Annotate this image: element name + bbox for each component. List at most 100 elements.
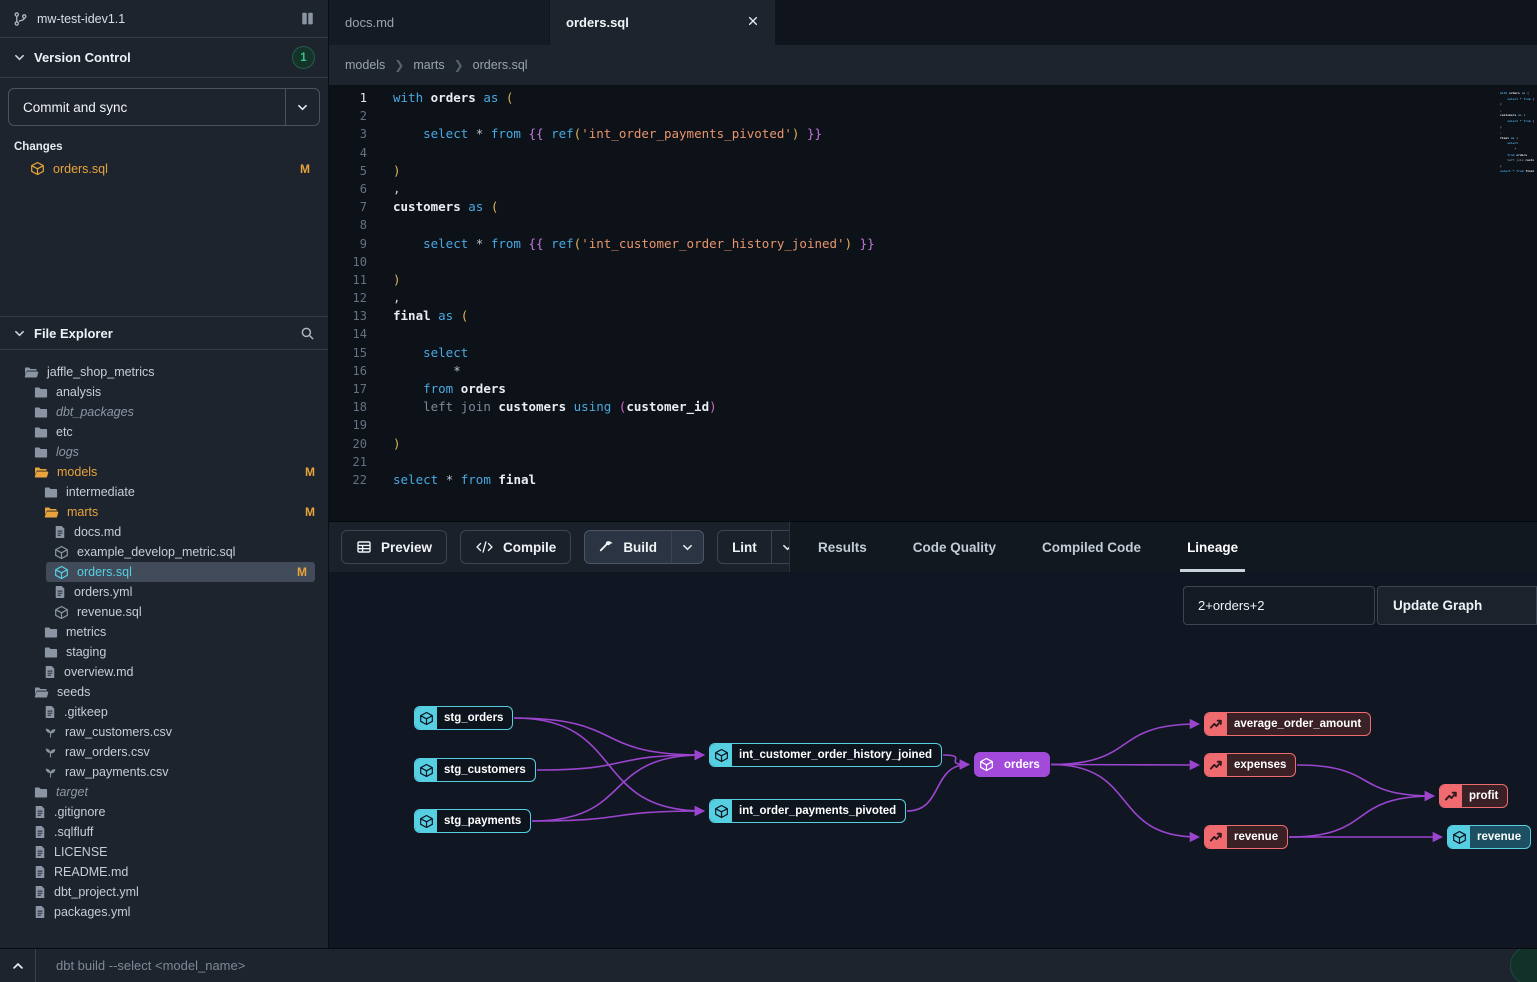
code-line[interactable]: 14 [329,326,1537,344]
tree-item-orders-yml[interactable]: orders.yml [0,582,328,602]
tree-item-gitkeep[interactable]: .gitkeep [0,702,328,722]
tree-item-sqlfluff[interactable]: .sqlfluff [0,822,328,842]
tree-item-models[interactable]: modelsM [0,462,328,482]
node-stg-customers[interactable]: stg_customers [414,758,536,782]
assistant-button[interactable] [1510,948,1537,982]
code-line[interactable]: 5) [329,163,1537,181]
tree-item-label: docs.md [74,525,121,539]
tree-item-etc[interactable]: etc [0,422,328,442]
breadcrumb-item[interactable]: orders.sql [473,58,528,72]
commit-and-sync-button[interactable]: Commit and sync [8,88,320,126]
code-line[interactable]: 22select * from final [329,472,1537,490]
changed-file-row[interactable]: orders.sql M [8,158,320,179]
button-main[interactable]: Preview [342,531,446,563]
update-graph-button[interactable]: Update Graph [1377,586,1537,625]
tab-code-quality[interactable]: Code Quality [913,522,996,572]
code-line[interactable]: 4 [329,145,1537,163]
tree-item-staging[interactable]: staging [0,642,328,662]
node-stg-orders[interactable]: stg_orders [414,706,513,730]
commit-and-sync-label[interactable]: Commit and sync [9,89,285,125]
tab-compiled-code[interactable]: Compiled Code [1042,522,1141,572]
command-input[interactable]: dbt build --select <model_name> [36,958,245,973]
code-line[interactable]: 13final as ( [329,308,1537,326]
tree-item-intermediate[interactable]: intermediate [0,482,328,502]
tree-item-gitignore[interactable]: .gitignore [0,802,328,822]
code-line[interactable]: 8 [329,217,1537,235]
tree-item-jaffle-shop-metrics[interactable]: jaffle_shop_metrics [0,362,328,382]
tree-item-marts[interactable]: martsM [0,502,328,522]
code-line[interactable]: 7customers as ( [329,199,1537,217]
node-average-order-amount[interactable]: average_order_amount [1204,712,1371,736]
docs-columns-icon[interactable] [300,11,315,26]
breadcrumb-item[interactable]: marts [413,58,444,72]
code-line[interactable]: 21 [329,454,1537,472]
tree-item-readme-md[interactable]: README.md [0,862,328,882]
code-line[interactable]: 11) [329,272,1537,290]
node-revenue-model[interactable]: revenue [1447,825,1531,849]
button-main[interactable]: Build [585,531,671,563]
tree-item-dbt-project-yml[interactable]: dbt_project.yml [0,882,328,902]
tree-item-raw-customers-csv[interactable]: raw_customers.csv [0,722,328,742]
tab-results[interactable]: Results [818,522,867,572]
code-line[interactable]: 15 select [329,345,1537,363]
tab-lineage[interactable]: Lineage [1187,522,1238,572]
code-line[interactable]: 10 [329,254,1537,272]
minimap[interactable]: with orders as ( select * from {{ ref('i… [1500,91,1534,175]
node-int-order-payments-pivoted[interactable]: int_order_payments_pivoted [709,799,906,823]
tab-docs-md[interactable]: docs.md [329,0,550,45]
compile-button[interactable]: Compile [460,530,571,564]
close-icon[interactable] [747,15,759,30]
tree-item-dbt-packages[interactable]: dbt_packages [0,402,328,422]
tree-item-target[interactable]: target [0,782,328,802]
line-number: 7 [329,199,367,217]
node-revenue-metric[interactable]: revenue [1204,825,1288,849]
tree-item-seeds[interactable]: seeds [0,682,328,702]
code-line[interactable]: 3 select * from {{ ref('int_order_paymen… [329,126,1537,144]
tree-item-orders-sql[interactable]: orders.sqlM [0,562,328,582]
node-expenses[interactable]: expenses [1204,753,1296,777]
tab-orders-sql[interactable]: orders.sql [550,0,776,45]
code-editor[interactable]: 1with orders as (23 select * from {{ ref… [329,85,1537,521]
file-icon [34,845,46,859]
tree-item-analysis[interactable]: analysis [0,382,328,402]
code-line[interactable]: 2 [329,108,1537,126]
tree-item-docs-md[interactable]: docs.md [0,522,328,542]
node-int-customer-order-history-joined[interactable]: int_customer_order_history_joined [709,743,942,767]
code-line[interactable]: 6, [329,181,1537,199]
lineage-selector-input[interactable] [1183,586,1375,625]
file-icon [54,585,66,599]
expand-panel-button[interactable] [0,949,36,982]
code-line[interactable]: 20) [329,436,1537,454]
node-orders[interactable]: orders [974,752,1050,777]
search-icon[interactable] [300,326,315,341]
tree-item-packages-yml[interactable]: packages.yml [0,902,328,922]
tree-item-content: .gitkeep [44,702,315,722]
file-explorer-header[interactable]: File Explorer [0,316,328,350]
tree-item-raw-orders-csv[interactable]: raw_orders.csv [0,742,328,762]
build-dropdown-button[interactable] [671,531,703,563]
code-line[interactable]: 19 [329,417,1537,435]
node-stg-payments[interactable]: stg_payments [414,809,531,833]
tree-item-raw-payments-csv[interactable]: raw_payments.csv [0,762,328,782]
commit-dropdown-button[interactable] [285,89,319,125]
tree-item-revenue-sql[interactable]: revenue.sql [0,602,328,622]
code-line[interactable]: 17 from orders [329,381,1537,399]
tree-item-example-develop-metric-sql[interactable]: example_develop_metric.sql [0,542,328,562]
tree-item-overview-md[interactable]: overview.md [0,662,328,682]
breadcrumb-item[interactable]: models [345,58,385,72]
code-line[interactable]: 9 select * from {{ ref('int_customer_ord… [329,236,1537,254]
build-button[interactable]: Build [584,530,704,564]
code-line[interactable]: 16 * [329,363,1537,381]
tree-item-logs[interactable]: logs [0,442,328,462]
seed-icon [44,765,57,779]
node-profit[interactable]: profit [1439,784,1508,808]
tree-item-license[interactable]: LICENSE [0,842,328,862]
version-control-header[interactable]: Version Control 1 [0,38,328,78]
code-line[interactable]: 18 left join customers using (customer_i… [329,399,1537,417]
button-main[interactable]: Lint [718,531,771,563]
code-line[interactable]: 1with orders as ( [329,90,1537,108]
button-main[interactable]: Compile [461,531,570,563]
preview-button[interactable]: Preview [341,530,447,564]
code-line[interactable]: 12, [329,290,1537,308]
tree-item-metrics[interactable]: metrics [0,622,328,642]
